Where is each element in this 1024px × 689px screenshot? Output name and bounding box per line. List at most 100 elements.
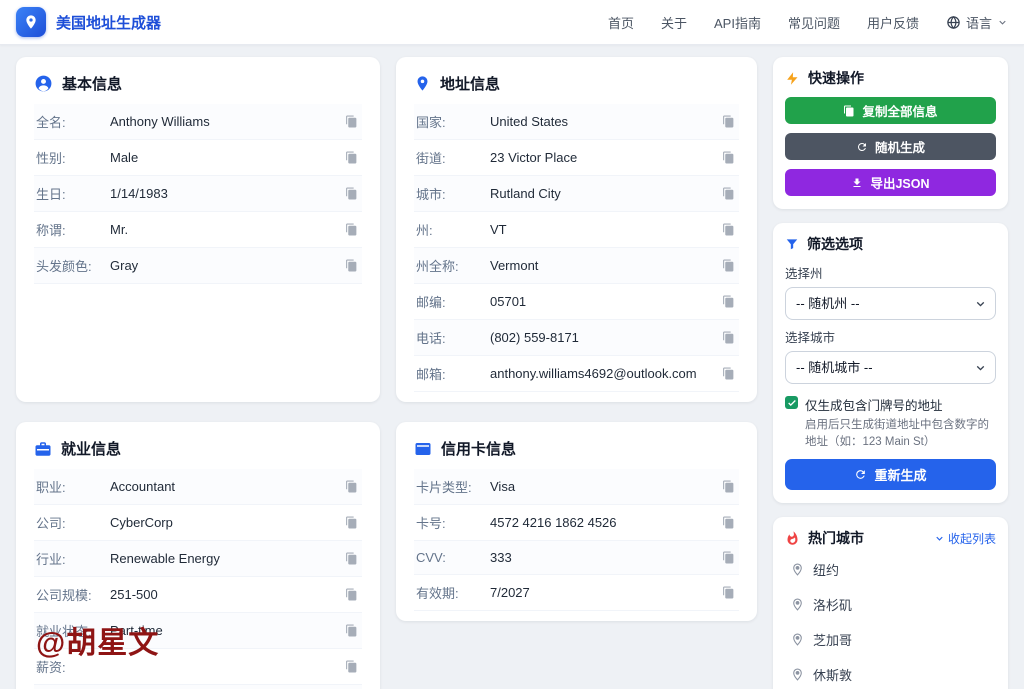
field-value: Visa [490, 479, 515, 494]
copy-icon [843, 105, 855, 117]
random-generate-button[interactable]: 随机生成 [785, 133, 996, 160]
field-label: 卡片类型: [416, 477, 490, 496]
credit-card-info-header: 信用卡信息 [414, 436, 739, 469]
credit-card-info-rows: 卡片类型: Visa 卡号: 4572 4216 1862 4526 [414, 469, 739, 611]
copy-icon[interactable] [343, 658, 360, 675]
language-menu[interactable]: 语言 [946, 13, 1008, 32]
copy-icon[interactable] [343, 257, 360, 274]
city-list-item[interactable]: 洛杉矶 [785, 587, 996, 622]
checkbox-hint: 启用后只生成街道地址中包含数字的地址（如：123 Main St） [805, 417, 996, 450]
basic-info-rows: 全名: Anthony Williams 性别: Male [34, 104, 362, 284]
brand[interactable]: 美国地址生成器 [16, 7, 161, 37]
field-label: 邮编: [416, 292, 490, 311]
copy-icon[interactable] [343, 185, 360, 202]
nav-link[interactable]: 关于 [661, 13, 687, 32]
copy-icon[interactable] [343, 622, 360, 639]
hot-cities-card: 热门城市 收起列表 纽约 [773, 517, 1008, 689]
language-label: 语言 [966, 13, 992, 32]
copy-all-button[interactable]: 复制全部信息 [785, 97, 996, 124]
basic-info-card: 基本信息 全名: Anthony Williams [16, 57, 380, 402]
nav-link[interactable]: 用户反馈 [867, 13, 919, 32]
briefcase-icon [34, 440, 52, 458]
copy-icon[interactable] [343, 514, 360, 531]
city-list-item[interactable]: 休斯敦 [785, 657, 996, 689]
info-row: CVV: 333 [414, 541, 739, 575]
copy-icon[interactable] [343, 113, 360, 130]
copy-icon[interactable] [720, 478, 737, 495]
field-value: 23 Victor Place [490, 150, 577, 165]
checkbox-checked-icon[interactable] [785, 396, 798, 409]
location-pin-logo-icon [16, 7, 46, 37]
export-json-button[interactable]: 导出JSON [785, 169, 996, 196]
main-content: 基本信息 全名: Anthony Williams [0, 45, 1024, 689]
copy-icon[interactable] [720, 584, 737, 601]
info-row: 卡号: 4572 4216 1862 4526 [414, 505, 739, 541]
copy-icon[interactable] [720, 365, 737, 382]
field-label: 薪资: [36, 657, 110, 676]
card-title: 热门城市 [808, 528, 864, 548]
copy-icon[interactable] [720, 257, 737, 274]
copy-icon[interactable] [343, 149, 360, 166]
field-label: 邮箱: [416, 364, 490, 383]
info-row: 州全称: Vermont [414, 248, 739, 284]
employment-info-card: 就业信息 职业: Accountant 公司: [16, 422, 380, 689]
button-label: 随机生成 [875, 137, 925, 156]
address-info-rows: 国家: United States 街道: 23 Victor Place [414, 104, 739, 392]
field-label: 街道: [416, 148, 490, 167]
city-select-label: 选择城市 [785, 327, 996, 346]
address-info-header: 地址信息 [414, 71, 739, 104]
lightning-icon [785, 71, 800, 86]
copy-icon[interactable] [720, 293, 737, 310]
city-select[interactable]: -- 随机城市 -- [785, 351, 996, 384]
field-value: (802) 559-8171 [490, 330, 579, 345]
copy-icon[interactable] [720, 149, 737, 166]
card-title: 基本信息 [62, 73, 122, 94]
nav-links: 首页 关于 API指南 常见问题 用户反馈 [608, 13, 919, 32]
city-list-item[interactable]: 纽约 [785, 552, 996, 587]
info-row: 性别: Male [34, 140, 362, 176]
checkbox-label: 仅生成包含门牌号的地址 [805, 395, 943, 414]
info-row: 邮箱: anthony.williams4692@outlook.com [414, 356, 739, 392]
copy-icon[interactable] [343, 221, 360, 238]
nav-link[interactable]: 常见问题 [788, 13, 840, 32]
info-row: 电话: (802) 559-8171 [414, 320, 739, 356]
copy-icon[interactable] [343, 586, 360, 603]
info-row: 邮编: 05701 [414, 284, 739, 320]
state-select[interactable]: -- 随机州 -- [785, 287, 996, 320]
card-title: 筛选选项 [807, 234, 863, 254]
copy-icon[interactable] [720, 221, 737, 238]
basic-info-header: 基本信息 [34, 71, 362, 104]
collapse-label: 收起列表 [948, 530, 996, 547]
copy-icon[interactable] [720, 514, 737, 531]
copy-icon[interactable] [343, 550, 360, 567]
field-value: Renewable Energy [110, 551, 220, 566]
info-row: 有效期: 7/2027 [414, 575, 739, 611]
copy-icon[interactable] [720, 113, 737, 130]
nav-link[interactable]: 首页 [608, 13, 634, 32]
nav-link[interactable]: API指南 [714, 13, 761, 32]
field-value: 1/14/1983 [110, 186, 168, 201]
button-label: 导出JSON [870, 173, 929, 192]
regenerate-button[interactable]: 重新生成 [785, 459, 996, 490]
info-row: 生日: 1/14/1983 [34, 176, 362, 212]
sidebar: 快速操作 复制全部信息 随机生成 导出JSON [773, 57, 1008, 689]
field-value: Anthony Williams [110, 114, 210, 129]
copy-icon[interactable] [720, 185, 737, 202]
filter-options-card: 筛选选项 选择州 -- 随机州 -- 选择城市 -- 随机城市 -- [773, 223, 1008, 503]
chevron-down-icon [997, 17, 1008, 28]
info-row: SSN: 241-39-4159 [34, 685, 362, 689]
field-value: VT [490, 222, 507, 237]
city-list-item[interactable]: 芝加哥 [785, 622, 996, 657]
employment-info-rows: 职业: Accountant 公司: CyberCorp [34, 469, 362, 689]
info-row: 州: VT [414, 212, 739, 248]
copy-icon[interactable] [343, 478, 360, 495]
app-title: 美国地址生成器 [56, 12, 161, 33]
house-number-checkbox-row[interactable]: 仅生成包含门牌号的地址 [785, 395, 996, 414]
copy-icon[interactable] [720, 329, 737, 346]
field-value: Vermont [490, 258, 538, 273]
collapse-list-link[interactable]: 收起列表 [934, 530, 996, 547]
map-pin-icon [791, 598, 804, 611]
field-value: anthony.williams4692@outlook.com [490, 366, 697, 381]
credit-card-info-card: 信用卡信息 卡片类型: Visa 卡号: [396, 422, 757, 621]
copy-icon[interactable] [720, 549, 737, 566]
